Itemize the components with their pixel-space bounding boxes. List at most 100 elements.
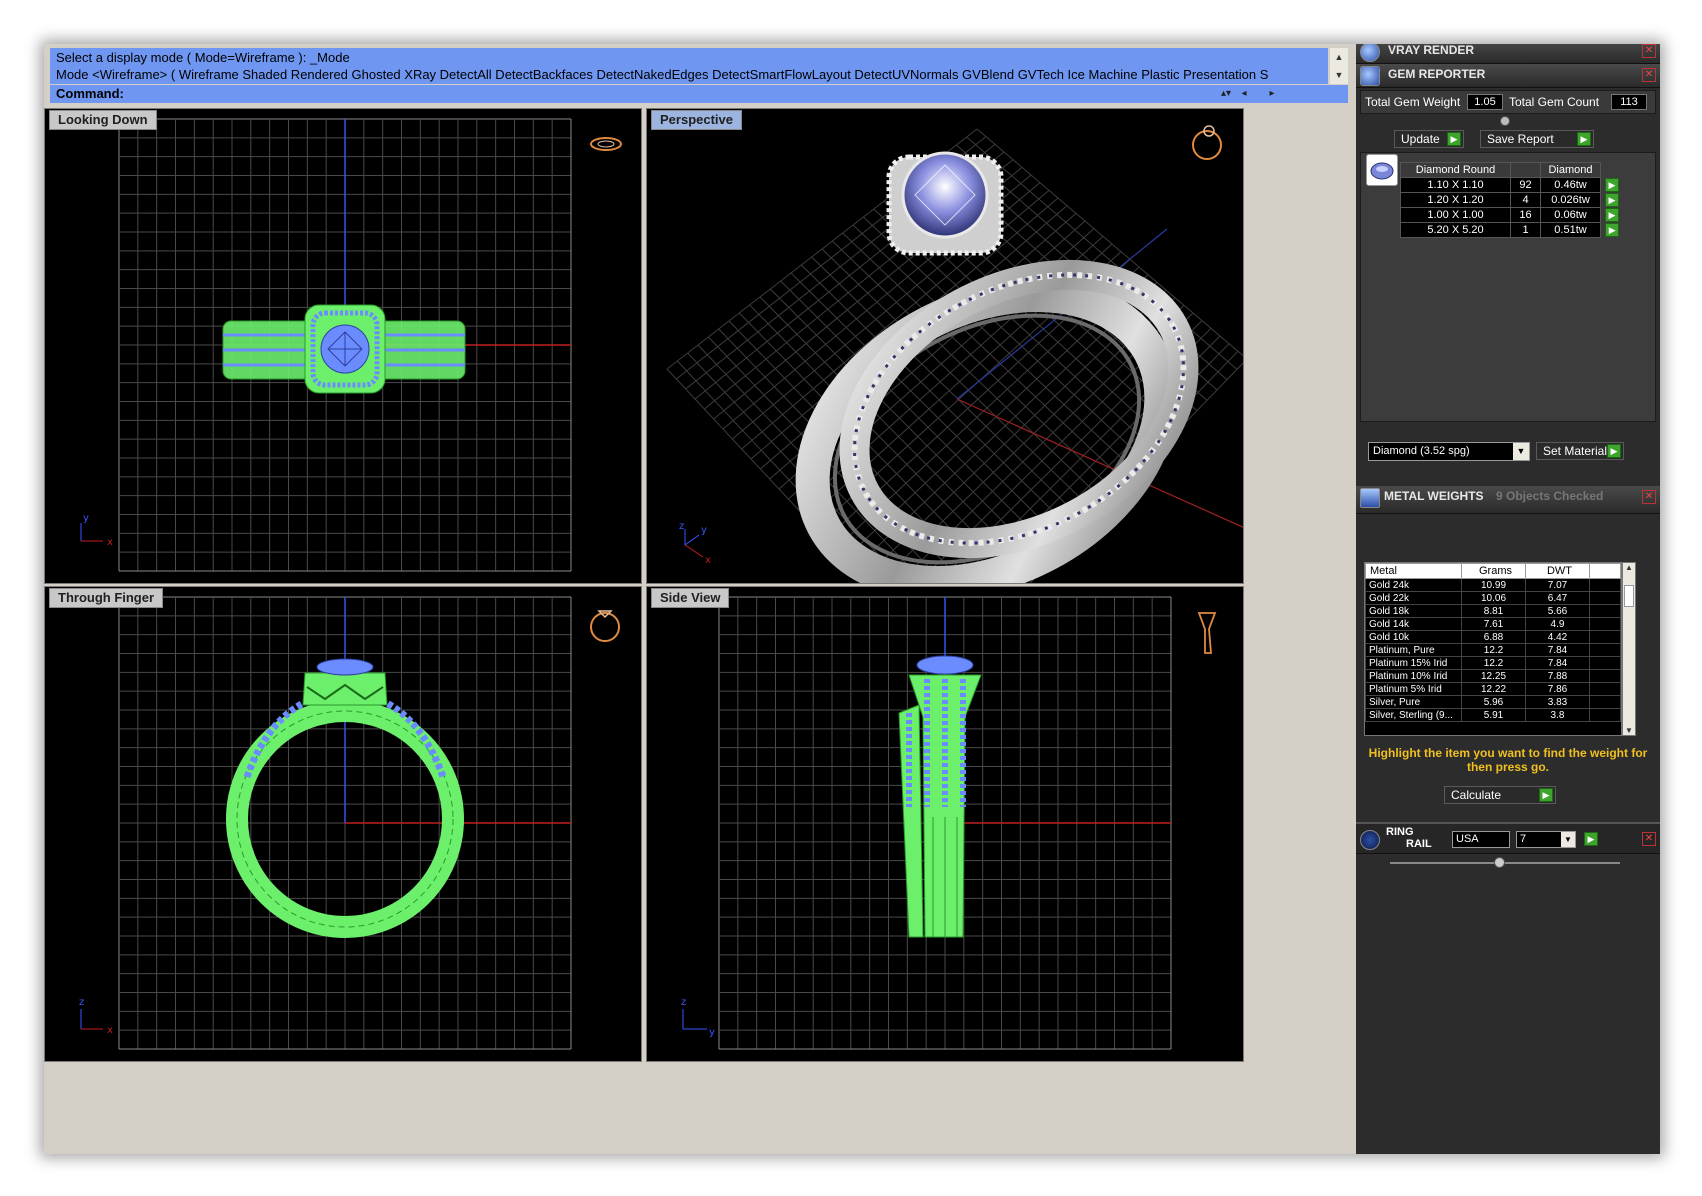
slider-handle-icon[interactable] bbox=[1494, 857, 1505, 868]
gem-row-go[interactable]: ▶ bbox=[1601, 208, 1624, 223]
metal-table-row[interactable]: Platinum 5% Irid 12.22 7.86 bbox=[1365, 682, 1621, 696]
gem-panel-splitter-icon[interactable] bbox=[1500, 116, 1510, 126]
update-button[interactable]: Update ▶ bbox=[1394, 130, 1464, 148]
ring-rail-icon bbox=[1360, 830, 1380, 850]
looking-down-canvas[interactable]: y x bbox=[45, 109, 642, 584]
metal-cell-empty bbox=[1589, 630, 1621, 644]
go-arrow-icon[interactable]: ▶ bbox=[1605, 178, 1619, 192]
ring-rail-header[interactable]: RING RAIL USA 7 ▼ ▶ ✕ bbox=[1356, 822, 1660, 854]
command-area: Select a display mode ( Mode=Wireframe )… bbox=[44, 44, 1352, 104]
material-select[interactable]: Diamond (3.52 spg) ▼ bbox=[1368, 442, 1530, 461]
metal-table-row[interactable]: Silver, Pure 5.96 3.83 bbox=[1365, 695, 1621, 709]
save-report-button[interactable]: Save Report ▶ bbox=[1480, 130, 1594, 148]
gem-row-go[interactable]: ▶ bbox=[1601, 178, 1624, 193]
metal-cell-grams: 10.06 bbox=[1461, 591, 1526, 605]
gem-cell-weight: 0.06tw bbox=[1540, 207, 1601, 223]
viewport-looking-down[interactable]: y x Looking Down bbox=[44, 108, 642, 584]
metal-cell-dwt: 5.66 bbox=[1525, 604, 1590, 618]
go-arrow-icon[interactable]: ▶ bbox=[1605, 223, 1620, 237]
calculate-button[interactable]: Calculate ▶ bbox=[1444, 786, 1556, 804]
metal-table-row[interactable]: Gold 18k 8.81 5.66 bbox=[1365, 604, 1621, 618]
diamond-round-thumbnail bbox=[1366, 154, 1398, 186]
go-arrow-icon[interactable]: ▶ bbox=[1605, 208, 1619, 222]
go-arrow-icon[interactable]: ▶ bbox=[1577, 132, 1591, 146]
metal-table-row[interactable]: Gold 14k 7.61 4.9 bbox=[1365, 617, 1621, 631]
go-arrow-icon[interactable]: ▶ bbox=[1584, 832, 1598, 846]
navigation-ring-widget-icon[interactable] bbox=[590, 610, 620, 642]
ring-region-field[interactable]: USA bbox=[1452, 831, 1510, 848]
metal-table-row[interactable]: Gold 22k 10.06 6.47 bbox=[1365, 591, 1621, 605]
metal-cell-dwt: 7.07 bbox=[1525, 578, 1590, 592]
ring-size-select[interactable]: 7 ▼ bbox=[1516, 831, 1576, 848]
ring-rail-title-line1: RING bbox=[1386, 826, 1414, 838]
viewport-title[interactable]: Side View bbox=[651, 588, 730, 608]
close-icon[interactable]: ✕ bbox=[1642, 490, 1656, 504]
go-arrow-icon[interactable]: ▶ bbox=[1605, 193, 1619, 207]
perspective-canvas[interactable]: z y x bbox=[647, 109, 1244, 584]
metal-table-row[interactable]: Gold 10k 6.88 4.42 bbox=[1365, 630, 1621, 644]
metal-table-row[interactable]: Gold 24k 10.99 7.07 bbox=[1365, 578, 1621, 592]
gem-table-row[interactable]: 1.00 X 1.00 16 0.06tw ▶ bbox=[1400, 207, 1624, 223]
metal-cell-dwt: 3.8 bbox=[1525, 708, 1590, 722]
gem-table-row[interactable]: 1.20 X 1.20 4 0.026tw ▶ bbox=[1400, 192, 1624, 208]
go-arrow-icon[interactable]: ▶ bbox=[1447, 132, 1461, 146]
viewport-title[interactable]: Through Finger bbox=[49, 588, 164, 608]
metal-cell-grams: 5.96 bbox=[1461, 695, 1526, 709]
gem-table-row[interactable]: 5.20 X 5.20 1 0.51tw ▶ bbox=[1400, 222, 1624, 238]
metal-table-row[interactable]: Platinum, Pure 12.2 7.84 bbox=[1365, 643, 1621, 657]
axis-label-z: z bbox=[681, 997, 686, 1008]
axis-label-y: y bbox=[83, 513, 89, 524]
viewport-title[interactable]: Perspective bbox=[651, 110, 742, 130]
go-arrow-icon[interactable]: ▶ bbox=[1539, 788, 1553, 802]
metal-weights-table[interactable]: Metal Grams DWT Gold 24k 10.99 7.07 Gold 22… bbox=[1364, 562, 1622, 736]
set-material-button[interactable]: Set Material ▶ bbox=[1536, 442, 1624, 460]
metal-cell-empty bbox=[1589, 617, 1621, 631]
metal-table-row[interactable]: Silver, Sterling (9... 5.91 3.8 bbox=[1365, 708, 1621, 722]
close-icon[interactable]: ✕ bbox=[1642, 44, 1656, 58]
viewport-title[interactable]: Looking Down bbox=[49, 110, 157, 130]
metal-cell-grams: 7.61 bbox=[1461, 617, 1526, 631]
scroll-right-icon[interactable]: ▸ bbox=[1264, 86, 1280, 102]
viewport-through-finger[interactable]: z x Through Finger bbox=[44, 586, 642, 1062]
gem-reporter-header[interactable]: GEM REPORTER ✕ bbox=[1356, 64, 1660, 88]
vray-render-header[interactable]: VRAY RENDER ✕ bbox=[1356, 44, 1660, 64]
plugin-panel: VRAY RENDER ✕ GEM REPORTER ✕ Total Gem W… bbox=[1356, 44, 1660, 1154]
command-history-scrollbar[interactable]: ▲ ▼ bbox=[1330, 48, 1348, 84]
gem-table-row[interactable]: 1.10 X 1.10 92 0.46tw ▶ bbox=[1400, 177, 1624, 193]
through-finger-canvas[interactable]: z x bbox=[45, 587, 642, 1062]
ring-render[interactable] bbox=[763, 151, 1230, 584]
command-history-dropdown-icon[interactable]: ▴▾ bbox=[1218, 86, 1234, 102]
gem-cell-weight: 0.51tw bbox=[1540, 222, 1601, 238]
set-material-label: Set Material bbox=[1543, 444, 1608, 458]
gem-table[interactable]: Diamond Round Diamond 1.10 X 1.10 92 0.46t… bbox=[1400, 162, 1624, 238]
command-history-line[interactable]: Mode <Wireframe> ( Wireframe Shaded Rend… bbox=[56, 66, 1322, 83]
command-history: Select a display mode ( Mode=Wireframe )… bbox=[50, 48, 1328, 84]
chevron-down-icon[interactable]: ▼ bbox=[1561, 832, 1575, 847]
command-input[interactable] bbox=[132, 87, 1272, 101]
metal-table-row[interactable]: Platinum 10% Irid 12.25 7.88 bbox=[1365, 669, 1621, 683]
ring-rail-slider[interactable] bbox=[1390, 857, 1620, 868]
metal-weights-title: METAL WEIGHTS bbox=[1384, 489, 1484, 503]
metal-status-text: 9 Objects Checked bbox=[1496, 489, 1604, 503]
metal-weights-header[interactable]: METAL WEIGHTS 9 Objects Checked ✕ bbox=[1356, 486, 1660, 514]
navigation-ring-widget-icon[interactable] bbox=[1192, 125, 1222, 160]
side-view-canvas[interactable]: z y bbox=[647, 587, 1244, 1062]
navigation-ring-widget-icon[interactable] bbox=[590, 137, 622, 151]
material-row: Diamond (3.52 spg) ▼ Set Material ▶ bbox=[1360, 442, 1656, 462]
viewport-perspective[interactable]: z y x Perspective bbox=[646, 108, 1244, 584]
metal-table-header: DWT bbox=[1525, 563, 1590, 579]
close-icon[interactable]: ✕ bbox=[1642, 68, 1656, 82]
navigation-ring-widget-icon[interactable] bbox=[1197, 612, 1217, 654]
ring-wireframe-side[interactable] bbox=[898, 655, 982, 938]
gem-row-go[interactable]: ▶ bbox=[1601, 193, 1624, 208]
chevron-down-icon[interactable]: ▼ bbox=[1513, 443, 1529, 460]
viewport-side-view[interactable]: z y Side View bbox=[646, 586, 1244, 1062]
go-arrow-icon[interactable]: ▶ bbox=[1607, 444, 1621, 458]
metal-table-scrollbar[interactable]: ▲ ▼ bbox=[1622, 562, 1636, 736]
metal-cell-dwt: 3.83 bbox=[1525, 695, 1590, 709]
gem-row-go[interactable]: ▶ bbox=[1601, 223, 1624, 238]
close-icon[interactable]: ✕ bbox=[1642, 832, 1656, 846]
metal-table-row[interactable]: Platinum 15% Irid 12.2 7.84 bbox=[1365, 656, 1621, 670]
scroll-left-icon[interactable]: ◂ bbox=[1236, 86, 1252, 102]
ring-wireframe-top[interactable] bbox=[222, 304, 466, 394]
